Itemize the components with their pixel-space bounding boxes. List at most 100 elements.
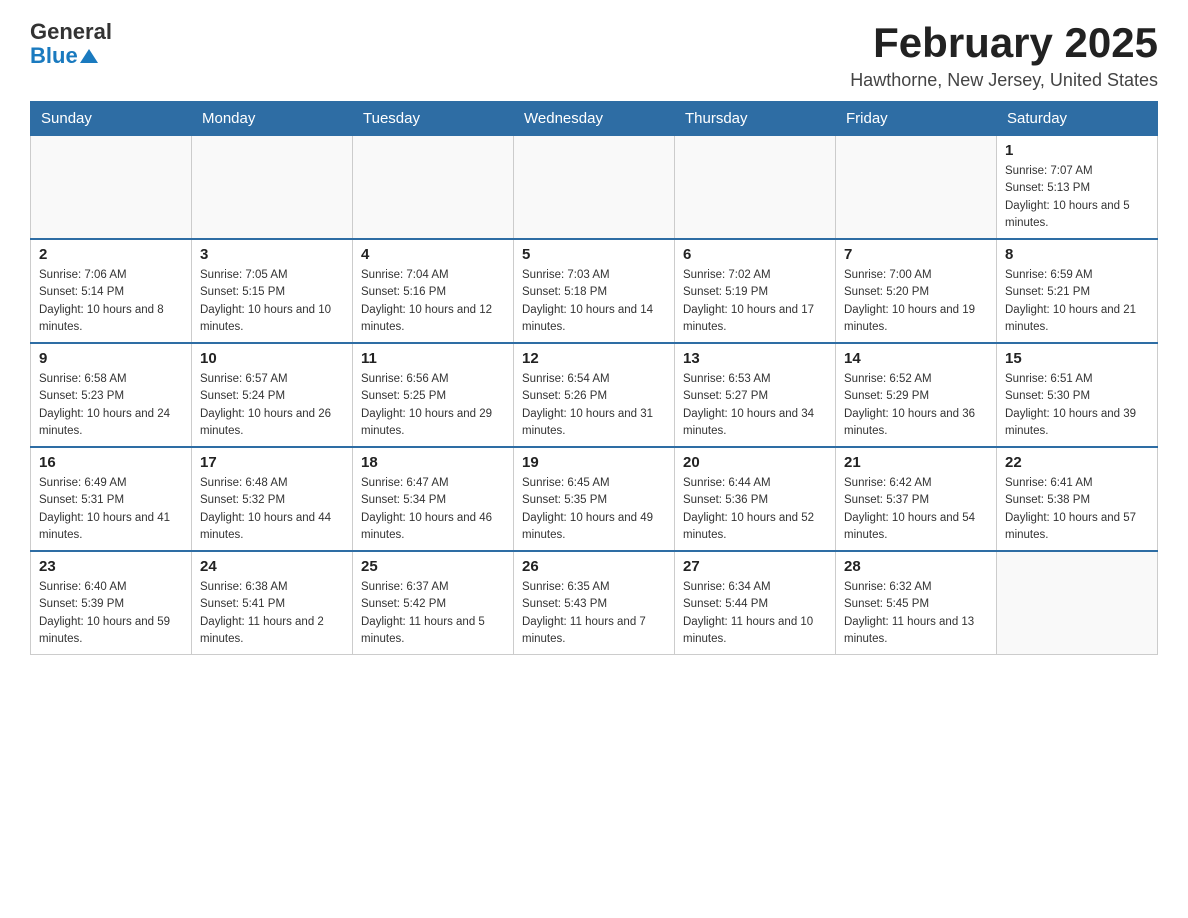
col-monday: Monday — [192, 102, 353, 136]
day-info: Sunrise: 6:34 AMSunset: 5:44 PMDaylight:… — [683, 579, 827, 648]
day-number: 3 — [200, 246, 344, 263]
table-row: 22 Sunrise: 6:41 AMSunset: 5:38 PMDayligh… — [997, 447, 1158, 551]
col-thursday: Thursday — [675, 102, 836, 136]
day-info: Sunrise: 7:02 AMSunset: 5:19 PMDaylight:… — [683, 267, 827, 336]
table-row: 17 Sunrise: 6:48 AMSunset: 5:32 PMDayligh… — [192, 447, 353, 551]
table-row: 28 Sunrise: 6:32 AMSunset: 5:45 PMDayligh… — [836, 551, 997, 655]
day-number: 28 — [844, 558, 988, 575]
day-info: Sunrise: 6:58 AMSunset: 5:23 PMDaylight:… — [39, 371, 183, 440]
day-info: Sunrise: 6:52 AMSunset: 5:29 PMDaylight:… — [844, 371, 988, 440]
table-row: 27 Sunrise: 6:34 AMSunset: 5:44 PMDayligh… — [675, 551, 836, 655]
calendar-week-row: 1Sunrise: 7:07 AMSunset: 5:13 PMDaylight… — [31, 136, 1158, 240]
day-info: Sunrise: 7:06 AMSunset: 5:14 PMDaylight:… — [39, 267, 183, 336]
day-info: Sunrise: 6:44 AMSunset: 5:36 PMDaylight:… — [683, 475, 827, 544]
table-row: 5Sunrise: 7:03 AMSunset: 5:18 PMDaylight… — [514, 239, 675, 343]
day-number: 15 — [1005, 350, 1149, 367]
day-number: 6 — [683, 246, 827, 263]
day-info: Sunrise: 6:48 AMSunset: 5:32 PMDaylight:… — [200, 475, 344, 544]
day-number: 26 — [522, 558, 666, 575]
day-number: 8 — [1005, 246, 1149, 263]
table-row: 24 Sunrise: 6:38 AMSunset: 5:41 PMDayligh… — [192, 551, 353, 655]
table-row — [514, 136, 675, 240]
table-row: 18Sunrise: 6:47 AMSunset: 5:34 PMDayligh… — [353, 447, 514, 551]
calendar-header-row: Sunday Monday Tuesday Wednesday Thursday… — [31, 102, 1158, 136]
table-row: 3 Sunrise: 7:05 AMSunset: 5:15 PMDaylight… — [192, 239, 353, 343]
day-info: Sunrise: 7:07 AMSunset: 5:13 PMDaylight:… — [1005, 163, 1149, 232]
day-info: Sunrise: 7:05 AMSunset: 5:15 PMDaylight:… — [200, 267, 344, 336]
day-number: 27 — [683, 558, 827, 575]
day-number: 24 — [200, 558, 344, 575]
day-info: Sunrise: 6:57 AMSunset: 5:24 PMDaylight:… — [200, 371, 344, 440]
day-info: Sunrise: 7:04 AMSunset: 5:16 PMDaylight:… — [361, 267, 505, 336]
day-info: Sunrise: 6:45 AMSunset: 5:35 PMDaylight:… — [522, 475, 666, 544]
table-row: 6 Sunrise: 7:02 AMSunset: 5:19 PMDaylight… — [675, 239, 836, 343]
day-info: Sunrise: 7:00 AMSunset: 5:20 PMDaylight:… — [844, 267, 988, 336]
day-info: Sunrise: 6:53 AMSunset: 5:27 PMDaylight:… — [683, 371, 827, 440]
table-row: 9 Sunrise: 6:58 AMSunset: 5:23 PMDaylight… — [31, 343, 192, 447]
day-number: 21 — [844, 454, 988, 471]
day-info: Sunrise: 6:37 AMSunset: 5:42 PMDaylight:… — [361, 579, 505, 648]
table-row — [675, 136, 836, 240]
table-row — [353, 136, 514, 240]
day-number: 25 — [361, 558, 505, 575]
day-info: Sunrise: 6:35 AMSunset: 5:43 PMDaylight:… — [522, 579, 666, 648]
day-info: Sunrise: 6:40 AMSunset: 5:39 PMDaylight:… — [39, 579, 183, 648]
page-header: General Blue February 2025 Hawthorne, Ne… — [30, 20, 1158, 91]
table-row: 20 Sunrise: 6:44 AMSunset: 5:36 PMDayligh… — [675, 447, 836, 551]
title-area: February 2025 Hawthorne, New Jersey, Uni… — [850, 20, 1158, 91]
day-info: Sunrise: 6:59 AMSunset: 5:21 PMDaylight:… — [1005, 267, 1149, 336]
day-number: 2 — [39, 246, 183, 263]
table-row: 19 Sunrise: 6:45 AMSunset: 5:35 PMDayligh… — [514, 447, 675, 551]
col-saturday: Saturday — [997, 102, 1158, 136]
table-row: 7 Sunrise: 7:00 AMSunset: 5:20 PMDaylight… — [836, 239, 997, 343]
day-info: Sunrise: 6:54 AMSunset: 5:26 PMDaylight:… — [522, 371, 666, 440]
day-number: 22 — [1005, 454, 1149, 471]
day-number: 10 — [200, 350, 344, 367]
location-text: Hawthorne, New Jersey, United States — [850, 70, 1158, 91]
day-number: 13 — [683, 350, 827, 367]
table-row: 16 Sunrise: 6:49 AMSunset: 5:31 PMDayligh… — [31, 447, 192, 551]
day-number: 7 — [844, 246, 988, 263]
col-wednesday: Wednesday — [514, 102, 675, 136]
table-row: 26 Sunrise: 6:35 AMSunset: 5:43 PMDayligh… — [514, 551, 675, 655]
day-info: Sunrise: 6:38 AMSunset: 5:41 PMDaylight:… — [200, 579, 344, 648]
calendar-week-row: 2 Sunrise: 7:06 AMSunset: 5:14 PMDaylight… — [31, 239, 1158, 343]
col-sunday: Sunday — [31, 102, 192, 136]
logo: General Blue — [30, 20, 112, 68]
col-tuesday: Tuesday — [353, 102, 514, 136]
calendar-table: Sunday Monday Tuesday Wednesday Thursday… — [30, 101, 1158, 655]
table-row: 2 Sunrise: 7:06 AMSunset: 5:14 PMDaylight… — [31, 239, 192, 343]
day-info: Sunrise: 6:42 AMSunset: 5:37 PMDaylight:… — [844, 475, 988, 544]
calendar-week-row: 23 Sunrise: 6:40 AMSunset: 5:39 PMDayligh… — [31, 551, 1158, 655]
day-number: 19 — [522, 454, 666, 471]
day-number: 4 — [361, 246, 505, 263]
table-row: 15 Sunrise: 6:51 AMSunset: 5:30 PMDayligh… — [997, 343, 1158, 447]
table-row — [836, 136, 997, 240]
table-row: 13 Sunrise: 6:53 AMSunset: 5:27 PMDayligh… — [675, 343, 836, 447]
day-info: Sunrise: 6:47 AMSunset: 5:34 PMDaylight:… — [361, 475, 505, 544]
calendar-week-row: 16 Sunrise: 6:49 AMSunset: 5:31 PMDayligh… — [31, 447, 1158, 551]
calendar-week-row: 9 Sunrise: 6:58 AMSunset: 5:23 PMDaylight… — [31, 343, 1158, 447]
day-number: 16 — [39, 454, 183, 471]
logo-triangle-icon — [80, 47, 98, 65]
table-row — [192, 136, 353, 240]
table-row: 8 Sunrise: 6:59 AMSunset: 5:21 PMDaylight… — [997, 239, 1158, 343]
table-row: 10 Sunrise: 6:57 AMSunset: 5:24 PMDayligh… — [192, 343, 353, 447]
day-number: 5 — [522, 246, 666, 263]
day-number: 9 — [39, 350, 183, 367]
day-number: 23 — [39, 558, 183, 575]
day-number: 11 — [361, 350, 505, 367]
day-info: Sunrise: 6:51 AMSunset: 5:30 PMDaylight:… — [1005, 371, 1149, 440]
table-row: 14 Sunrise: 6:52 AMSunset: 5:29 PMDayligh… — [836, 343, 997, 447]
day-number: 20 — [683, 454, 827, 471]
table-row: 25 Sunrise: 6:37 AMSunset: 5:42 PMDayligh… — [353, 551, 514, 655]
day-number: 17 — [200, 454, 344, 471]
day-number: 14 — [844, 350, 988, 367]
table-row: 11Sunrise: 6:56 AMSunset: 5:25 PMDayligh… — [353, 343, 514, 447]
logo-blue-text: Blue — [30, 44, 78, 68]
day-number: 12 — [522, 350, 666, 367]
day-info: Sunrise: 6:32 AMSunset: 5:45 PMDaylight:… — [844, 579, 988, 648]
col-friday: Friday — [836, 102, 997, 136]
day-info: Sunrise: 6:41 AMSunset: 5:38 PMDaylight:… — [1005, 475, 1149, 544]
day-info: Sunrise: 6:49 AMSunset: 5:31 PMDaylight:… — [39, 475, 183, 544]
